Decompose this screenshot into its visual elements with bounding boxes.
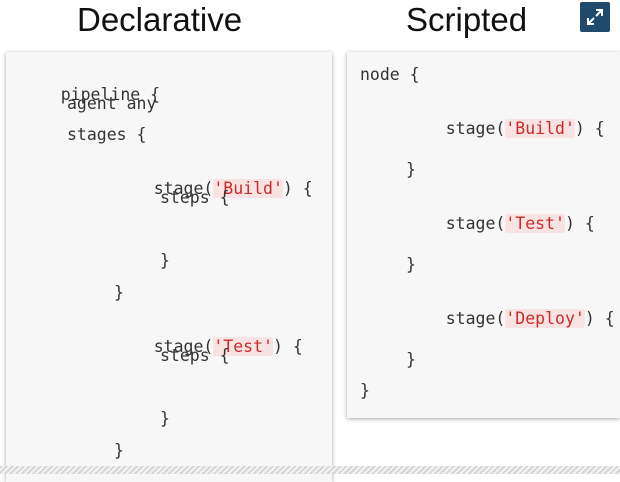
stage-call: stage( xyxy=(445,309,506,328)
code-line-steps: steps { xyxy=(160,346,230,365)
bottom-divider xyxy=(0,466,620,474)
expand-arrows-icon xyxy=(587,9,603,25)
stage-call-close: ) { xyxy=(272,337,303,356)
code-line-stage-deploy: stage('Deploy') { xyxy=(406,286,615,352)
code-line-close-stage: } xyxy=(114,441,124,460)
stage-call: stage( xyxy=(445,214,506,233)
stage-call-close: ) { xyxy=(584,309,615,328)
string-literal-test: 'Test' xyxy=(505,214,565,233)
code-line-stages: stages { xyxy=(67,125,147,144)
code-line-stage-test: stage('Test') { xyxy=(406,191,595,257)
stage-call-close: ) { xyxy=(574,119,605,138)
code-line-close-steps: } xyxy=(160,251,170,270)
code-line-close-build: } xyxy=(406,160,416,179)
code-line-steps: steps { xyxy=(160,188,230,207)
code-line-close-stage: } xyxy=(114,283,124,302)
expand-button[interactable] xyxy=(580,2,610,32)
code-line-close-deploy: } xyxy=(406,350,416,369)
code-line-close-test: } xyxy=(406,255,416,274)
string-literal-build: 'Build' xyxy=(505,119,575,138)
code-line-stage-build: stage('Build') { xyxy=(406,96,605,162)
code-line-agent: agent any xyxy=(67,94,157,113)
string-literal-deploy: 'Deploy' xyxy=(505,309,585,328)
stage-call-close: ) { xyxy=(282,179,313,198)
scripted-title: Scripted xyxy=(406,1,528,38)
stage-call: stage( xyxy=(445,119,506,138)
declarative-code-panel: pipeline { agent any stages { stage('Bui… xyxy=(6,52,332,482)
code-line-close-node: } xyxy=(360,381,370,400)
code-line-node: node { xyxy=(360,65,420,84)
code-line-close-steps: } xyxy=(160,409,170,428)
scripted-code-panel: node { stage('Build') { } stage('Test') … xyxy=(347,52,620,418)
stage-call-close: ) { xyxy=(564,214,595,233)
declarative-title: Declarative xyxy=(77,1,243,38)
